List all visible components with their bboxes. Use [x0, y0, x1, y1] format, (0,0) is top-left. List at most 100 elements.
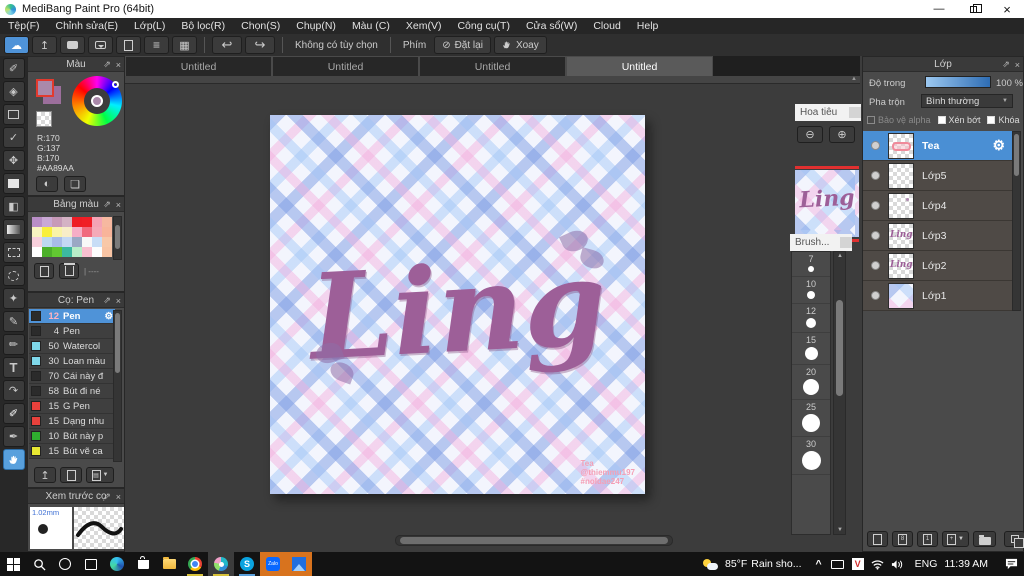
weather-temp[interactable]: 85°F: [725, 558, 747, 570]
brush-item[interactable]: 15 Bút vẽ ca: [29, 444, 115, 459]
menu-cloud[interactable]: Cloud: [585, 20, 628, 32]
palette-color[interactable]: [52, 217, 62, 227]
palette-color[interactable]: [82, 247, 92, 257]
cloud-button[interactable]: ☁: [4, 36, 29, 54]
palette-color[interactable]: [92, 217, 102, 227]
medibang-taskbar-button[interactable]: [208, 552, 234, 576]
navigator-drag-handle[interactable]: [849, 107, 861, 118]
wifi-button[interactable]: [868, 552, 888, 576]
close-icon[interactable]: ×: [116, 200, 121, 210]
fill-rect-tool[interactable]: [2, 173, 25, 194]
layer-row[interactable]: Ling Lớp3: [863, 221, 1013, 251]
brush-item[interactable]: 10 Bút này p: [29, 429, 115, 444]
canvas-tab-active[interactable]: Untitled: [566, 56, 713, 76]
start-button[interactable]: [0, 552, 26, 576]
cortana-button[interactable]: [52, 552, 78, 576]
zoom-in-button[interactable]: ⊕: [829, 126, 855, 143]
maximize-button[interactable]: [956, 0, 990, 18]
size-item[interactable]: 7: [792, 252, 830, 277]
menu-help[interactable]: Help: [629, 20, 667, 32]
photos-button[interactable]: [286, 552, 312, 576]
visibility-icon[interactable]: [871, 171, 880, 180]
size-item[interactable]: 10: [792, 277, 830, 304]
brush-item[interactable]: 58 Bút đi né: [29, 384, 115, 399]
color-wheel[interactable]: [72, 76, 122, 126]
search-button[interactable]: [26, 552, 52, 576]
palette-color[interactable]: [82, 237, 92, 247]
brush-item[interactable]: 15 G Pen: [29, 399, 115, 414]
palette-color[interactable]: [72, 217, 82, 227]
rotate-view-tool[interactable]: ↷: [2, 380, 25, 401]
redo-button[interactable]: ↪: [245, 36, 275, 54]
comment-list-button[interactable]: [88, 36, 113, 54]
alpha-protect-checkbox[interactable]: Bảo vệ alpha: [867, 115, 931, 125]
select-eraser-tool[interactable]: ✏: [2, 334, 25, 355]
brush-item[interactable]: 30 Loan màu: [29, 354, 115, 369]
palette-color[interactable]: [92, 247, 102, 257]
brush-add-button[interactable]: [60, 467, 82, 483]
gear-icon[interactable]: ⚙: [104, 311, 113, 322]
size-item[interactable]: 12: [792, 304, 830, 333]
gear-icon[interactable]: ⚙: [992, 137, 1005, 154]
close-icon[interactable]: ×: [116, 492, 121, 502]
palette-color[interactable]: [42, 237, 52, 247]
size-list-scrollbar[interactable]: ▲ ▼: [833, 251, 846, 535]
close-icon[interactable]: ×: [116, 296, 121, 306]
scroll-down-icon[interactable]: ▼: [837, 527, 843, 533]
palette-color[interactable]: [42, 227, 52, 237]
magic-wand-tool[interactable]: ✦: [2, 288, 25, 309]
layer-list-scrollbar[interactable]: [1012, 131, 1021, 311]
close-button[interactable]: ×: [990, 0, 1024, 18]
language-indicator[interactable]: ENG: [915, 558, 938, 570]
popout-icon[interactable]: ⇗: [103, 295, 111, 306]
canvas[interactable]: Ling Tea @thiemmu197 #noldae247: [270, 115, 645, 494]
palette-color[interactable]: [32, 247, 42, 257]
hue-marker[interactable]: [112, 81, 119, 88]
size-item[interactable]: 20: [792, 365, 830, 400]
eraser-tool[interactable]: ◈: [2, 81, 25, 102]
canvas-tab[interactable]: Untitled: [272, 56, 419, 76]
publish-button[interactable]: ↥: [32, 36, 57, 54]
visibility-icon[interactable]: [871, 261, 880, 270]
clipping-checkbox[interactable]: Xén bớt: [937, 115, 980, 125]
zoom-out-button[interactable]: ⊖: [797, 126, 823, 143]
gradient-tool[interactable]: [2, 219, 25, 240]
layer-row[interactable]: Lớp4: [863, 191, 1013, 221]
brush-item[interactable]: 4 Pen: [29, 324, 115, 339]
menu-window[interactable]: Cửa sổ(W): [518, 20, 585, 32]
document-button[interactable]: [116, 36, 141, 54]
palette-delete-button[interactable]: [59, 263, 79, 279]
palette-color[interactable]: [62, 217, 72, 227]
close-icon[interactable]: ×: [116, 60, 121, 70]
eyedropper-tool[interactable]: ✒: [2, 426, 25, 447]
layer-row[interactable]: Lớp1: [863, 281, 1013, 311]
polyline-tool[interactable]: ✓: [2, 127, 25, 148]
close-icon[interactable]: ×: [1015, 60, 1020, 70]
palette-color[interactable]: [52, 237, 62, 247]
visibility-icon[interactable]: [871, 291, 880, 300]
menu-tools[interactable]: Công cụ(T): [449, 20, 518, 32]
palette-add-button[interactable]: [34, 263, 54, 279]
lasso-tool[interactable]: [2, 265, 25, 286]
select-pen-tool[interactable]: ✎: [2, 311, 25, 332]
palette-color[interactable]: [62, 247, 72, 257]
blend-dropdown[interactable]: Bình thường ▼: [921, 94, 1013, 108]
visibility-icon[interactable]: [871, 231, 880, 240]
canvas-hscrollbar[interactable]: [395, 535, 673, 546]
palette-color[interactable]: [32, 237, 42, 247]
popout-icon[interactable]: ⇗: [1002, 59, 1010, 70]
minimize-button[interactable]: —: [922, 0, 956, 18]
hand-tool[interactable]: [2, 449, 25, 470]
weather-icon[interactable]: [699, 552, 721, 576]
tab-scroll-strip[interactable]: ▲: [125, 76, 860, 84]
menu-color[interactable]: Màu (C): [344, 20, 398, 32]
rotate-button[interactable]: Xoay: [493, 36, 547, 54]
color-swap-button[interactable]: ❏: [64, 176, 86, 192]
chrome-button[interactable]: [182, 552, 208, 576]
layer-row-tea[interactable]: Tea ⚙: [863, 131, 1013, 161]
palette-color[interactable]: [62, 227, 72, 237]
text-tool[interactable]: T: [2, 357, 25, 378]
size-item[interactable]: 15: [792, 333, 830, 365]
palette-color[interactable]: [72, 247, 82, 257]
lock-checkbox[interactable]: Khóa: [987, 115, 1020, 125]
